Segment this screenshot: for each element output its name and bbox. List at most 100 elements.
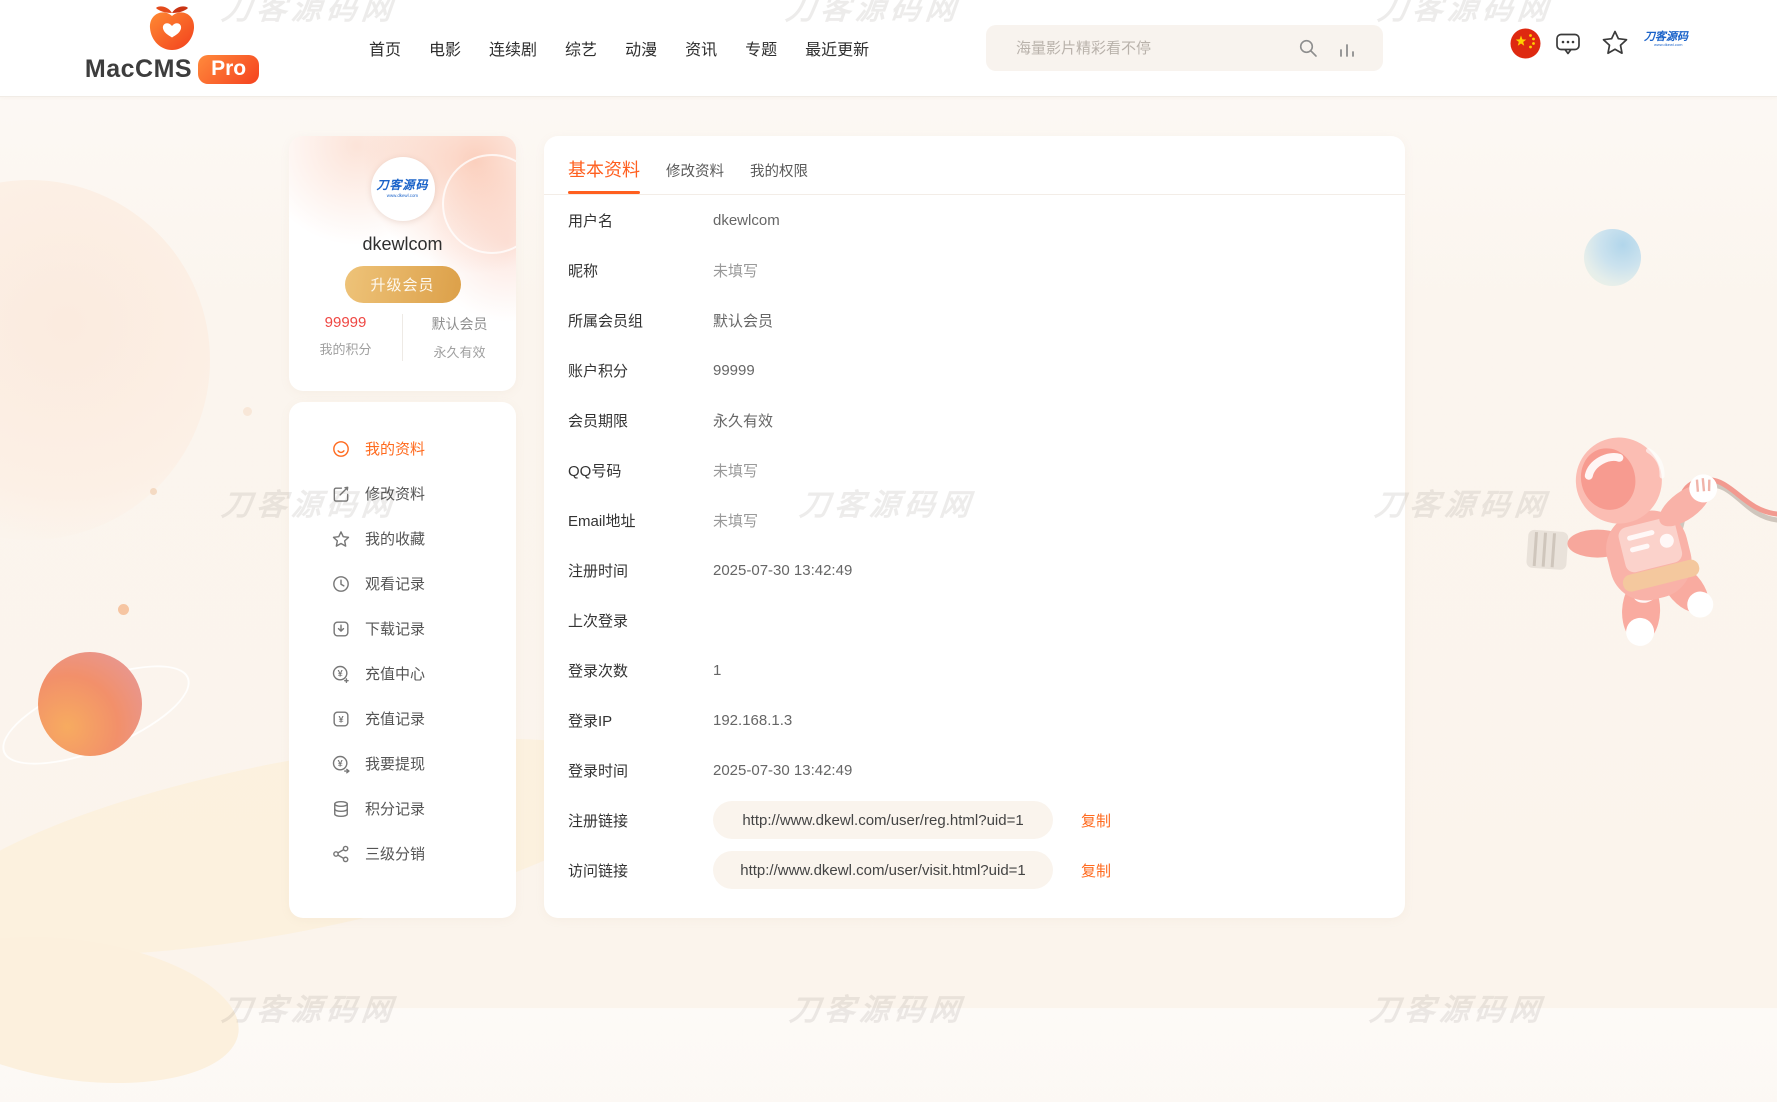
favorites-star-icon[interactable] — [1600, 28, 1630, 58]
sidebar-item-label: 我要提现 — [365, 753, 425, 774]
copy-register-link-button[interactable]: 复制 — [1081, 810, 1111, 831]
withdraw-icon: ¥ — [331, 754, 351, 774]
field-value: 2025-07-30 13:42:49 — [713, 762, 852, 779]
search-icon[interactable] — [1297, 37, 1319, 59]
nav-item-home[interactable]: 首页 — [369, 36, 401, 60]
field-label: 昵称 — [568, 260, 713, 281]
sidebar-item-recharge-history[interactable]: ¥ 充值记录 — [289, 696, 516, 741]
site-logo[interactable]: MacCMS Pro — [96, 4, 248, 84]
field-label: 登录时间 — [568, 760, 713, 781]
field-value: 默认会员 — [713, 310, 773, 331]
download-icon — [331, 619, 351, 639]
field-value: dkewlcom — [713, 212, 780, 229]
copy-visit-link-button[interactable]: 复制 — [1081, 860, 1111, 881]
points-value: 99999 — [289, 314, 402, 331]
member-group-stat: 默认会员 永久有效 — [402, 314, 516, 361]
watermark: 刀客源码网 — [1368, 985, 1548, 1029]
field-row-last-login: 上次登录 — [544, 595, 1405, 645]
field-label: 访问链接 — [568, 860, 713, 881]
sidebar-item-label: 我的收藏 — [365, 528, 425, 549]
nav-item-variety[interactable]: 综艺 — [565, 36, 597, 60]
dot-decoration — [118, 604, 129, 615]
sidebar-item-my-profile[interactable]: 我的资料 — [289, 426, 516, 471]
visit-link-value[interactable]: http://www.dkewl.com/user/visit.html?uid… — [713, 851, 1053, 889]
brand-badge: Pro — [198, 55, 259, 84]
nav-item-topics[interactable]: 专题 — [745, 36, 777, 60]
brand-name: MacCMS — [85, 55, 192, 84]
orange-planet-decoration — [38, 652, 142, 756]
search-box — [986, 25, 1383, 71]
sidebar-item-label: 我的资料 — [365, 438, 425, 459]
field-label: 上次登录 — [568, 610, 713, 631]
astronaut-illustration — [1520, 420, 1777, 670]
field-row-login-count: 登录次数 1 — [544, 645, 1405, 695]
search-input[interactable] — [1014, 39, 1297, 58]
nav-item-news[interactable]: 资讯 — [685, 36, 717, 60]
mini-logo-subtext: www.dkewl.com — [1654, 43, 1678, 47]
sidebar-item-label: 下载记录 — [365, 618, 425, 639]
nav-item-anime[interactable]: 动漫 — [625, 36, 657, 60]
field-label: Email地址 — [568, 510, 713, 531]
sidebar-item-label: 充值记录 — [365, 708, 425, 729]
recharge-yen-icon: ¥ — [331, 664, 351, 684]
field-value: 1 — [713, 662, 721, 679]
watermark: 刀客源码网 — [788, 985, 968, 1029]
field-row-membership-term: 会员期限 永久有效 — [544, 395, 1405, 445]
sidebar-item-label: 修改资料 — [365, 483, 425, 504]
svg-text:¥: ¥ — [338, 668, 344, 678]
sidebar-menu: 我的资料 修改资料 我的收藏 观看记录 下载记录 ¥ 充值中心 — [289, 402, 516, 918]
nav-item-series[interactable]: 连续剧 — [489, 36, 537, 60]
top-header: MacCMS Pro 首页 电影 连续剧 综艺 动漫 资讯 专题 最近更新 — [0, 0, 1777, 97]
field-row-qq-number: QQ号码 未填写 — [544, 445, 1405, 495]
field-value: 未填写 — [713, 510, 758, 531]
nav-item-movies[interactable]: 电影 — [429, 36, 461, 60]
member-group-label: 永久有效 — [403, 342, 516, 361]
sidebar-item-edit-profile[interactable]: 修改资料 — [289, 471, 516, 516]
profile-tabs: 基本资料 修改资料 我的权限 — [544, 136, 1405, 195]
field-value: 99999 — [713, 362, 755, 379]
sidebar-item-withdraw[interactable]: ¥ 我要提现 — [289, 741, 516, 786]
message-icon[interactable] — [1554, 30, 1582, 58]
avatar-logo-text: 刀客源码 — [376, 178, 428, 192]
svg-text:¥: ¥ — [338, 714, 344, 724]
smiley-face-icon — [331, 439, 351, 459]
tab-basic-info[interactable]: 基本资料 — [568, 156, 640, 193]
field-value: 未填写 — [713, 460, 758, 481]
field-label: QQ号码 — [568, 460, 713, 481]
recharge-record-icon: ¥ — [331, 709, 351, 729]
sidebar-item-distribution[interactable]: 三级分销 — [289, 831, 516, 876]
cream-blob-decoration — [0, 918, 248, 1102]
field-row-login-time: 登录时间 2025-07-30 13:42:49 — [544, 745, 1405, 795]
field-row-username: 用户名 dkewlcom — [544, 195, 1405, 245]
language-flag-icon[interactable] — [1510, 28, 1541, 59]
user-stats: 99999 我的积分 默认会员 永久有效 — [289, 314, 516, 361]
sidebar-item-recharge-center[interactable]: ¥ 充值中心 — [289, 651, 516, 696]
sidebar-item-watch-history[interactable]: 观看记录 — [289, 561, 516, 606]
clock-icon — [331, 574, 351, 594]
profile-detail-panel: 基本资料 修改资料 我的权限 用户名 dkewlcom 昵称 未填写 所属会员组… — [544, 136, 1405, 918]
field-label: 用户名 — [568, 210, 713, 231]
register-link-value[interactable]: http://www.dkewl.com/user/reg.html?uid=1 — [713, 801, 1053, 839]
ranking-chart-icon[interactable] — [1337, 38, 1357, 58]
member-group-value: 默认会员 — [403, 314, 516, 334]
upgrade-member-button[interactable]: 升级会员 — [344, 266, 460, 303]
edit-icon — [331, 484, 351, 504]
sidebar-item-my-favorites[interactable]: 我的收藏 — [289, 516, 516, 561]
main-navigation: 首页 电影 连续剧 综艺 动漫 资讯 专题 最近更新 — [369, 0, 869, 96]
points-label: 我的积分 — [289, 339, 402, 358]
tab-edit-profile[interactable]: 修改资料 — [666, 160, 724, 195]
star-icon — [331, 529, 351, 549]
field-label: 注册链接 — [568, 810, 713, 831]
mini-logo-text: 刀客源码 — [1642, 31, 1690, 43]
user-avatar-mini-logo[interactable]: 刀客源码 www.dkewl.com — [1642, 31, 1690, 51]
sidebar-item-download-history[interactable]: 下载记录 — [289, 606, 516, 651]
tab-my-permissions[interactable]: 我的权限 — [750, 160, 808, 195]
sidebar-item-points-history[interactable]: 积分记录 — [289, 786, 516, 831]
nav-item-recent-updates[interactable]: 最近更新 — [805, 36, 869, 60]
field-row-nickname: 昵称 未填写 — [544, 245, 1405, 295]
field-value: 2025-07-30 13:42:49 — [713, 562, 852, 579]
field-value: 192.168.1.3 — [713, 712, 792, 729]
database-icon — [331, 799, 351, 819]
avatar[interactable]: 刀客源码 www.dkewl.com — [371, 157, 435, 221]
field-value: 未填写 — [713, 260, 758, 281]
